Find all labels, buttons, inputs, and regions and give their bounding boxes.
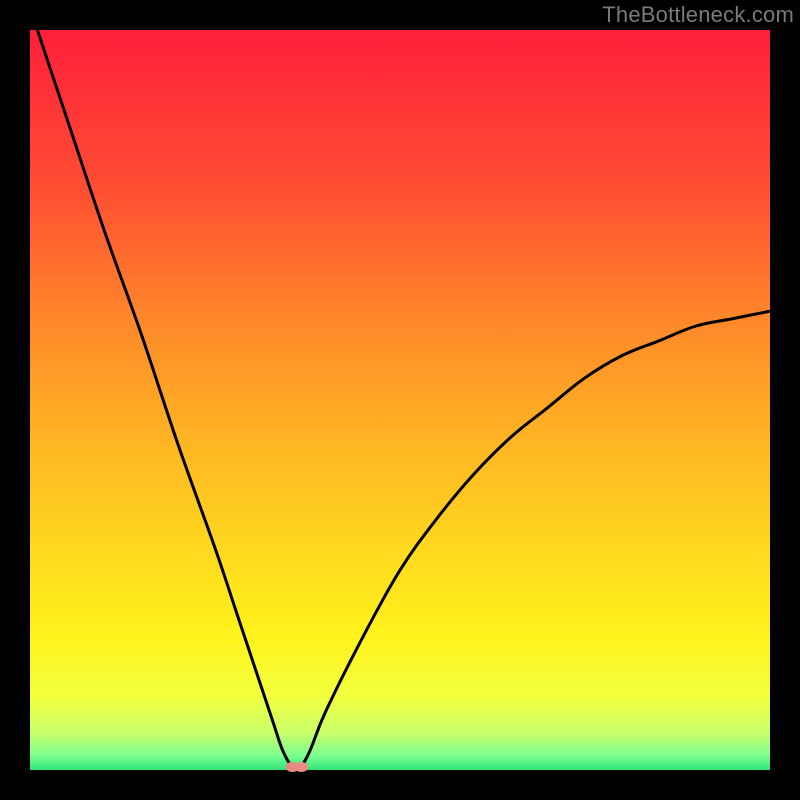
plot-background: [30, 30, 770, 770]
chart-frame: TheBottleneck.com: [0, 0, 800, 800]
attribution-text: TheBottleneck.com: [602, 2, 794, 28]
minimum-marker: [285, 762, 308, 772]
bottleneck-chart: [0, 0, 800, 800]
